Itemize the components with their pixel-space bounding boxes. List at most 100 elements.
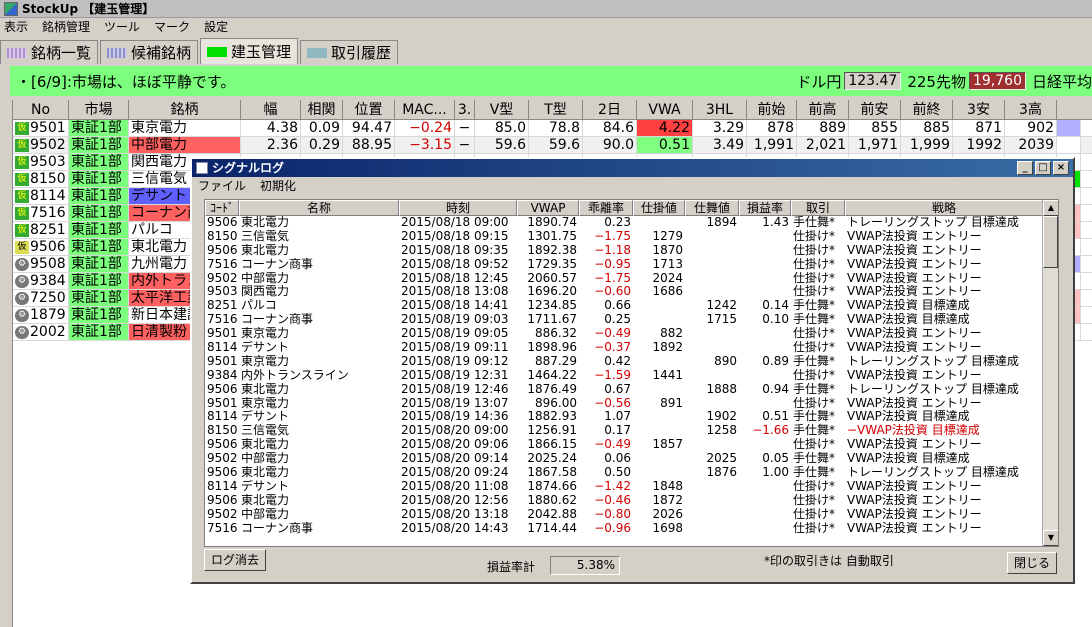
grid-col-header[interactable]: VWA (637, 100, 693, 119)
grid-col-header[interactable]: 3安 (953, 100, 1005, 119)
menu-tools[interactable]: ツール (104, 18, 140, 36)
grid-col-header[interactable]: 相関 (301, 100, 343, 119)
log-row[interactable]: 8251 パルコ 2015/08/18 14:41 1234.85 0.66 1242 0.… (205, 299, 1058, 313)
log-cell-exit: 1876 (706, 466, 737, 480)
log-cell-exit (685, 480, 739, 494)
menu-settings[interactable]: 設定 (204, 18, 228, 36)
log-cell-strategy: VWAP法投資 エントリー (847, 243, 982, 257)
grid-cell-maeshi: 1,991 (747, 137, 797, 153)
log-col-header[interactable]: 戦略 (845, 200, 1043, 216)
menu-stock-management[interactable]: 銘柄管理 (42, 18, 90, 36)
grid-col-header[interactable]: No (13, 100, 69, 119)
log-row[interactable]: 9506 東北電力 2015/08/20 12:56 1880.62 −0.46 1872… (205, 494, 1058, 508)
log-col-header[interactable]: 仕掛値 (633, 200, 685, 216)
tab-stock-list[interactable]: 銘柄一覧 (0, 40, 99, 64)
log-row[interactable]: 9506 東北電力 2015/08/19 12:46 1876.49 0.67 1888 0… (205, 383, 1058, 397)
log-cell-time: 2015/08/18 09:35 (401, 243, 509, 257)
grid-cell-maetaka: 889 (797, 120, 849, 136)
log-row[interactable]: 8114 デサント 2015/08/19 14:36 1882.93 1.07 1902 0… (205, 410, 1058, 424)
log-cell-strategy: VWAP法投資 エントリー (847, 341, 982, 355)
menu-view[interactable]: 表示 (4, 18, 28, 36)
log-col-header[interactable]: VWAP (517, 200, 579, 216)
close-button[interactable]: 閉じる (1007, 552, 1057, 574)
log-col-header[interactable]: ｺｰﾄﾞ (205, 200, 239, 216)
log-row[interactable]: 9502 中部電力 2015/08/20 09:14 2025.24 0.06 2025 0… (205, 452, 1058, 466)
log-row[interactable]: 8150 三信電気 2015/08/20 09:00 1256.91 0.17 1258 −… (205, 424, 1058, 438)
log-cell-code: 9506 (207, 243, 238, 257)
log-cell-deviation: 1.07 (604, 410, 631, 424)
grid-col-header[interactable]: 前高 (797, 100, 849, 119)
minimize-icon[interactable]: _ (1017, 161, 1033, 175)
log-cell-entry: 882 (660, 327, 683, 341)
log-cell-deviation: −0.49 (594, 327, 631, 341)
dialog-menu-file[interactable]: ファイル (198, 177, 246, 195)
log-cell-vwap: 1729.35 (527, 257, 577, 271)
dialog-title-bar[interactable]: シグナルログ _ □ × (192, 159, 1073, 177)
log-cell-entry: 891 (660, 396, 683, 410)
grid-cell-soukan: 0.29 (301, 137, 343, 153)
log-cell-vwap: 2060.57 (527, 271, 577, 285)
grid-col-header[interactable]: MAC... (395, 100, 455, 119)
menu-mark[interactable]: マーク (154, 18, 190, 36)
log-row[interactable]: 9503 関西電力 2015/08/18 13:08 1696.20 −0.60 1686… (205, 285, 1058, 299)
table-row[interactable]: 仮 9501 東証1部 東京電力 4.38 0.09 94.47 −0.24−85.0 78.8… (13, 120, 1092, 137)
log-row[interactable]: 9501 東京電力 2015/08/19 13:07 896.00 −0.56 891 仕掛… (205, 397, 1058, 411)
tab-positions[interactable]: 建玉管理 (200, 38, 299, 64)
grid-cell-soukan: 0.09 (301, 120, 343, 136)
grid-col-header[interactable]: 市場 (69, 100, 129, 119)
log-row[interactable]: 9384 内外トランスライン 2015/08/19 12:31 1464.22 −1.5… (205, 369, 1058, 383)
log-col-header[interactable]: 仕舞値 (685, 200, 739, 216)
grid-col-header[interactable]: 3. (455, 100, 475, 119)
grid-col-header[interactable]: 銘柄 (129, 100, 241, 119)
log-row[interactable]: 7516 コーナン商事 2015/08/20 14:43 1714.44 −0.96 16… (205, 522, 1058, 536)
grid-cell-vwa: 4.22 (637, 120, 693, 136)
tab-candidates[interactable]: 候補銘柄 (100, 40, 199, 64)
log-col-header[interactable]: 名称 (239, 200, 399, 216)
grid-col-header[interactable]: 前終 (901, 100, 953, 119)
grid-col-header[interactable]: 幅 (241, 100, 301, 119)
grid-col-header[interactable]: 2日 (583, 100, 637, 119)
log-row[interactable]: 8150 三信電気 2015/08/18 09:15 1301.75 −1.75 1279… (205, 230, 1058, 244)
grid-col-header[interactable]: 前安 (849, 100, 901, 119)
log-row[interactable]: 9506 東北電力 2015/08/18 09:35 1892.38 −1.18 1870… (205, 244, 1058, 258)
log-col-header[interactable]: 損益率 (739, 200, 791, 216)
scroll-thumb[interactable] (1043, 216, 1058, 268)
log-cell-name: 中部電力 (241, 452, 290, 466)
grid-col-header[interactable]: V型 (475, 100, 529, 119)
log-row[interactable]: 9506 東北電力 2015/08/20 09:24 1867.58 0.50 1876 1… (205, 466, 1058, 480)
log-col-header[interactable]: 乖離率 (579, 200, 633, 216)
log-row[interactable]: 9502 中部電力 2015/08/18 12:45 2060.57 −1.75 2024… (205, 272, 1058, 286)
log-cell-trade: 仕掛け* (793, 243, 836, 257)
table-row[interactable]: 仮 9502 東証1部 中部電力 2.36 0.29 88.95 −3.15−59.6 59.6… (13, 137, 1092, 154)
log-cell-pl (739, 508, 791, 522)
log-scrollbar[interactable]: ▲ ▼ (1042, 200, 1058, 546)
log-row[interactable]: 7516 コーナン商事 2015/08/18 09:52 1729.35 −0.95 17… (205, 258, 1058, 272)
log-row[interactable]: 8114 デサント 2015/08/20 11:08 1874.66 −1.42 1848… (205, 480, 1058, 494)
dialog-menu-reset[interactable]: 初期化 (260, 177, 296, 195)
log-row[interactable]: 9501 東京電力 2015/08/19 09:12 887.29 0.42 890 0.8… (205, 355, 1058, 369)
log-col-header[interactable]: 取引 (791, 200, 845, 216)
log-row[interactable]: 9501 東京電力 2015/08/19 09:05 886.32 −0.49 882 仕掛… (205, 327, 1058, 341)
log-row[interactable]: 7516 コーナン商事 2015/08/19 09:03 1711.67 0.25 171… (205, 313, 1058, 327)
dialog-icon (196, 162, 208, 174)
clear-log-button[interactable]: ログ消去 (204, 549, 266, 571)
log-row[interactable]: 9502 中部電力 2015/08/20 13:18 2042.88 −0.80 2026… (205, 508, 1058, 522)
grid-col-header[interactable]: 前始 (747, 100, 797, 119)
grid-col-header[interactable]: 3高 (1005, 100, 1057, 119)
maximize-icon[interactable]: □ (1035, 161, 1051, 175)
tab-trade-history[interactable]: 取引履歴 (300, 40, 399, 64)
log-row[interactable]: 9506 東北電力 2015/08/20 09:06 1866.15 −0.49 1857… (205, 438, 1058, 452)
scroll-down-icon[interactable]: ▼ (1043, 530, 1058, 546)
close-icon[interactable]: × (1053, 161, 1069, 175)
log-col-header[interactable]: 時刻 (399, 200, 517, 216)
grid-col-header[interactable]: 3HL (693, 100, 747, 119)
log-cell-time: 2015/08/19 12:46 (401, 382, 509, 396)
signal-band (1057, 137, 1081, 153)
grid-col-header[interactable]: 位置 (343, 100, 395, 119)
log-row[interactable]: 8114 デサント 2015/08/19 09:11 1898.96 −0.37 1892… (205, 341, 1058, 355)
grid-col-header[interactable]: T型 (529, 100, 583, 119)
code-cell: 仮 9506 (13, 239, 69, 255)
log-cell-trade: 仕掛け* (793, 493, 836, 507)
scroll-up-icon[interactable]: ▲ (1043, 200, 1058, 216)
log-row[interactable]: 9506 東北電力 2015/08/18 09:00 1890.74 0.23 1894 1… (205, 216, 1058, 230)
